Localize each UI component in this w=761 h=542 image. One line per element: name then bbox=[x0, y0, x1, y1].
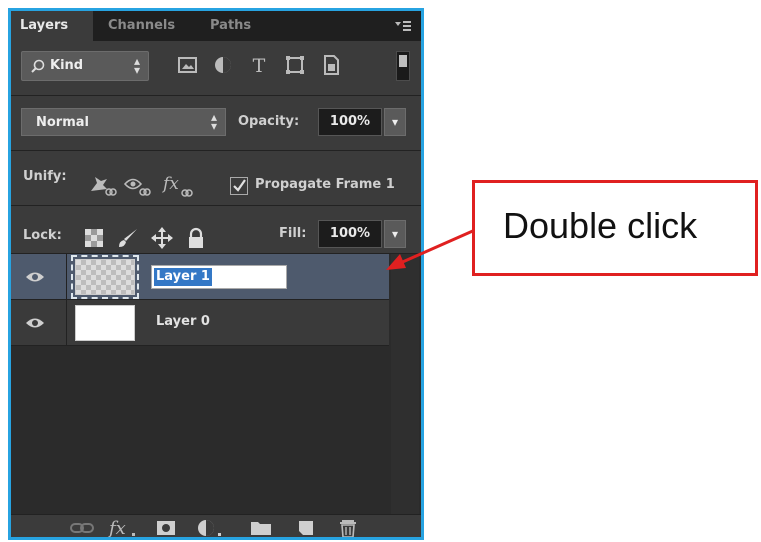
lock-all-icon[interactable] bbox=[185, 227, 207, 249]
panel-bottom-bar: fx bbox=[11, 514, 421, 538]
unify-position-icon[interactable] bbox=[87, 173, 117, 197]
blend-row: Normal ▴ ▾ Opacity: 100% ▾ bbox=[11, 96, 421, 151]
tab-paths[interactable]: Paths bbox=[201, 11, 260, 41]
eye-icon[interactable] bbox=[25, 316, 45, 330]
pixel-layer-filter-icon[interactable] bbox=[176, 53, 200, 77]
tab-channels[interactable]: Channels bbox=[99, 11, 184, 41]
layer-row-layer-1[interactable]: Layer 1 bbox=[11, 254, 389, 300]
layer-name-input[interactable]: Layer 1 bbox=[151, 265, 287, 289]
smart-object-filter-icon[interactable] bbox=[319, 53, 343, 77]
panel-tab-bar: Layers Channels Paths bbox=[11, 11, 421, 41]
tab-layers[interactable]: Layers bbox=[11, 11, 93, 41]
layer-thumbnail[interactable] bbox=[75, 259, 135, 295]
new-layer-icon[interactable] bbox=[295, 518, 317, 538]
checkmark-icon bbox=[233, 179, 246, 192]
unify-visibility-icon[interactable] bbox=[123, 173, 153, 197]
layer-row-layer-0[interactable]: Layer 0 bbox=[11, 300, 389, 346]
blend-mode-select[interactable]: Normal ▴ ▾ bbox=[21, 108, 226, 136]
lock-label: Lock: bbox=[23, 228, 62, 243]
search-icon bbox=[31, 59, 45, 73]
opacity-dropdown-button[interactable]: ▾ bbox=[384, 108, 406, 136]
adjustment-layer-filter-icon[interactable] bbox=[211, 53, 235, 77]
select-arrows-icon: ▴ ▾ bbox=[133, 54, 140, 77]
layer-style-icon[interactable]: fx bbox=[107, 518, 139, 538]
type-layer-filter-icon[interactable]: T bbox=[247, 53, 271, 77]
blend-mode-label: Normal bbox=[36, 115, 89, 130]
callout-arrow bbox=[386, 228, 476, 270]
layer-thumbnail[interactable] bbox=[75, 305, 135, 341]
panel-menu-icon[interactable] bbox=[395, 19, 411, 33]
layer-name: Layer 0 bbox=[156, 314, 210, 329]
eye-icon[interactable] bbox=[25, 270, 45, 284]
propagate-frame-checkbox[interactable] bbox=[230, 177, 248, 195]
scrollbar[interactable] bbox=[391, 254, 419, 514]
visibility-cell[interactable] bbox=[11, 300, 67, 346]
opacity-input[interactable]: 100% bbox=[318, 108, 382, 136]
delete-layer-icon[interactable] bbox=[337, 518, 359, 538]
layer-name-selection: Layer 1 bbox=[154, 268, 212, 286]
new-group-icon[interactable] bbox=[249, 518, 273, 538]
kind-filter-label: Kind bbox=[50, 58, 84, 73]
lock-transparent-pixels-icon[interactable] bbox=[83, 227, 105, 249]
opacity-label: Opacity: bbox=[238, 114, 300, 129]
unify-label: Unify: bbox=[23, 169, 67, 184]
kind-filter-select[interactable]: Kind ▴ ▾ bbox=[21, 51, 149, 81]
layers-panel: Layers Channels Paths Kind ▴ ▾ T Normal … bbox=[8, 8, 424, 540]
lock-position-icon[interactable] bbox=[151, 227, 173, 249]
link-layers-icon[interactable] bbox=[69, 518, 95, 538]
unify-style-icon[interactable]: fx bbox=[161, 173, 195, 197]
svg-text:fx: fx bbox=[161, 174, 179, 194]
add-mask-icon[interactable] bbox=[155, 518, 177, 538]
filter-row: Kind ▴ ▾ T bbox=[11, 41, 421, 96]
filter-toggle-switch[interactable] bbox=[396, 51, 410, 81]
new-adjustment-layer-icon[interactable] bbox=[195, 518, 225, 538]
callout-box: Double click bbox=[472, 180, 758, 276]
propagate-frame-label: Propagate Frame 1 bbox=[255, 177, 395, 192]
layer-list: Layer 1 Layer 0 bbox=[11, 254, 421, 514]
select-arrows-icon: ▴ ▾ bbox=[210, 110, 217, 133]
fill-input[interactable]: 100% bbox=[318, 220, 382, 248]
visibility-cell[interactable] bbox=[11, 254, 67, 300]
shape-layer-filter-icon[interactable] bbox=[283, 53, 307, 77]
fill-label: Fill: bbox=[279, 226, 307, 241]
callout-text: Double click bbox=[503, 205, 698, 246]
svg-text:T: T bbox=[253, 55, 266, 77]
svg-text:fx: fx bbox=[107, 518, 126, 538]
lock-row: Lock: Fill: 100% ▾ bbox=[11, 206, 421, 254]
lock-image-pixels-icon[interactable] bbox=[117, 227, 139, 249]
